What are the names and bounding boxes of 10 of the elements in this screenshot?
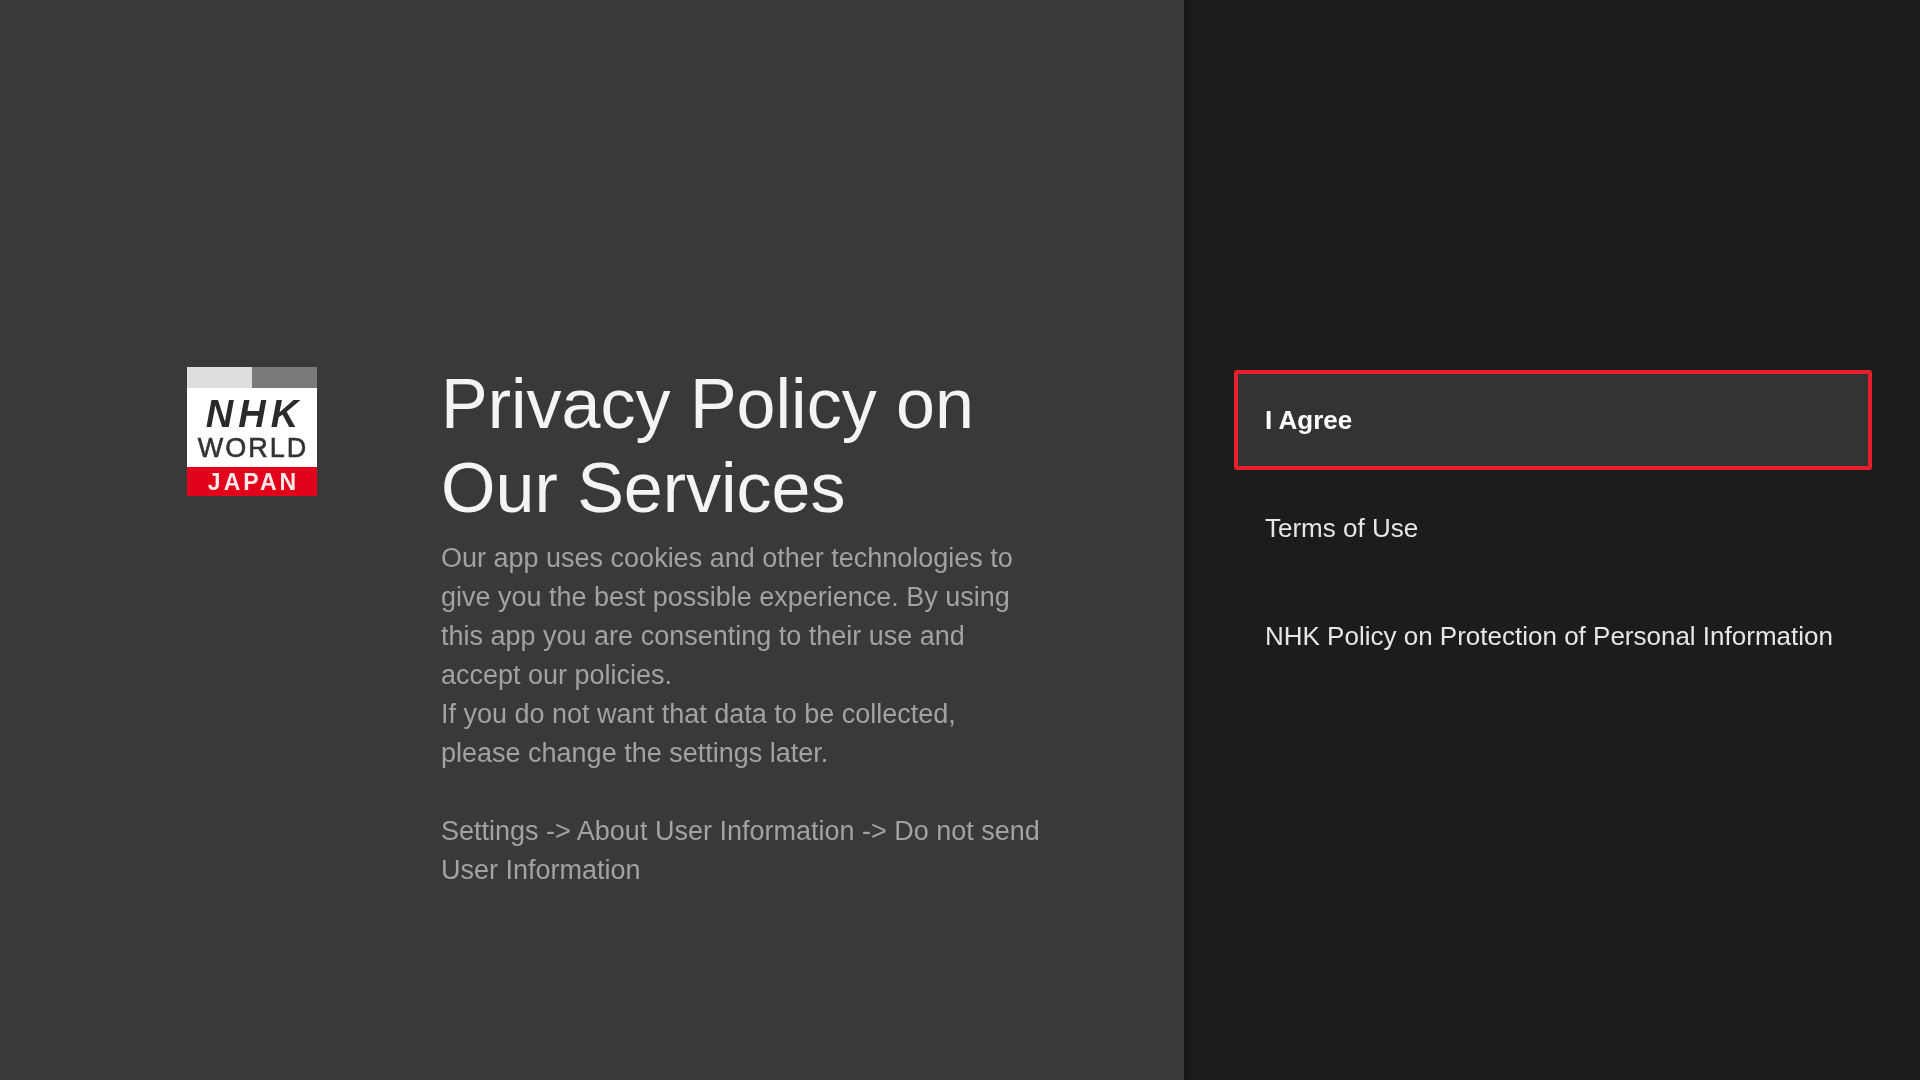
logo-band-text: JAPAN xyxy=(207,468,300,495)
menu-item[interactable]: I Agree xyxy=(1234,370,1872,470)
page-title: Privacy Policy on Our Services xyxy=(441,364,975,529)
body-text: Our app uses cookies and other technologies to give you the best possible experience. By using this app you are consenting to their use and accept our policies. xyxy=(441,542,1014,692)
menu-item[interactable]: Terms of Use xyxy=(1234,478,1872,578)
body-text: If you do not want that data to be collected, please change the settings later. xyxy=(441,698,957,770)
settings-path-text: Settings -> About User Information -> Do not send User Information xyxy=(441,815,1041,887)
menu-item[interactable]: NHK Policy on Protection of Personal Information xyxy=(1234,586,1872,686)
logo-wordmark: NHK xyxy=(205,395,304,432)
logo-text: WORLD xyxy=(197,433,309,462)
